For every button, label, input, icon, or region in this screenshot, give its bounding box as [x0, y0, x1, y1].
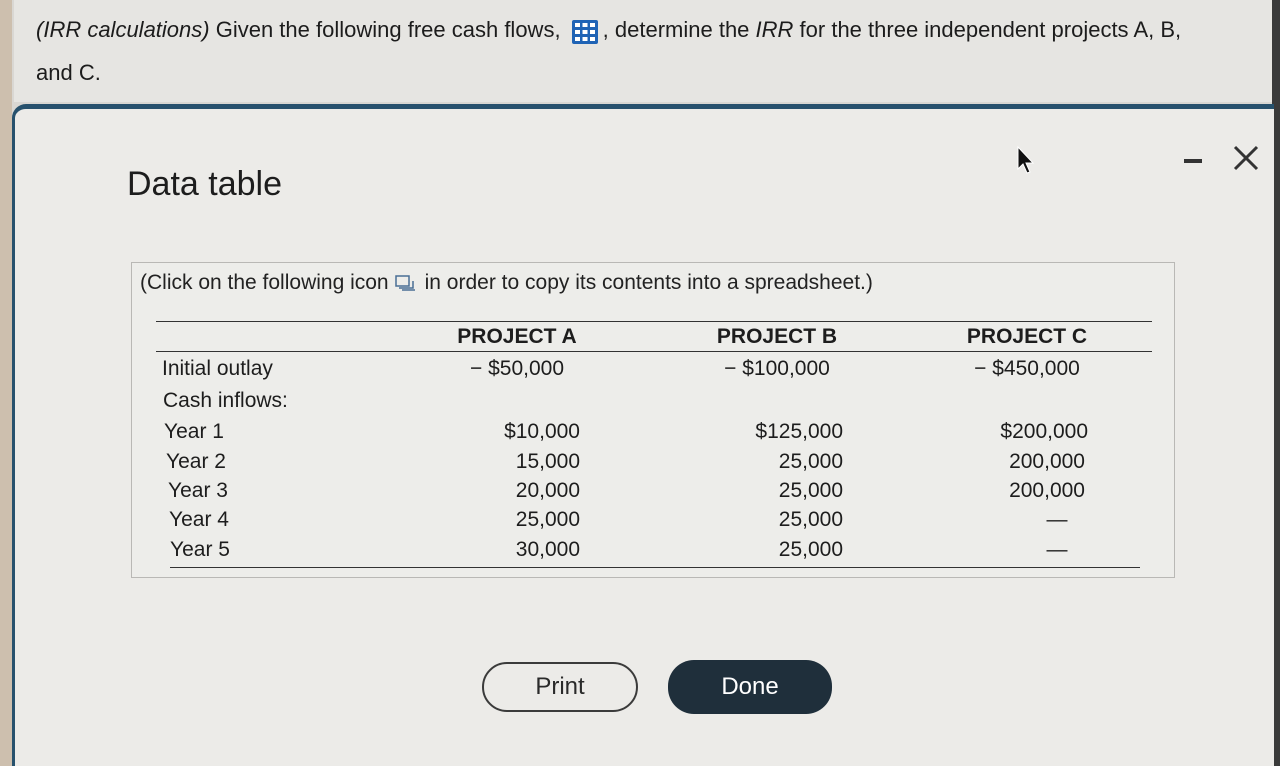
header-project-a: PROJECT A: [457, 325, 577, 348]
cell-c-year-5: —: [1046, 538, 1068, 561]
row-label-year-4: Year 4: [169, 508, 229, 531]
mouse-cursor-icon: [1015, 145, 1035, 175]
cell-a-year-5: 30,000: [515, 538, 580, 561]
header-project-c: PROJECT C: [966, 325, 1088, 348]
question-prefix: (IRR calculations): [36, 17, 210, 42]
cell-c-initial-outlay: − $450,000: [974, 357, 1080, 380]
question-line-2: and C.: [36, 60, 101, 85]
modal-title: Data table: [127, 165, 282, 203]
data-table-modal: Data table (Click on the following icon i…: [12, 104, 1274, 766]
question-part-1: Given the following free cash flows,: [209, 17, 567, 42]
question-text: (IRR calculations) Given the following f…: [36, 8, 1266, 94]
print-button[interactable]: Print: [482, 662, 638, 712]
row-label-year-5: Year 5: [170, 538, 230, 561]
row-label-initial-outlay: Initial outlay: [162, 357, 273, 380]
cell-a-initial-outlay: − $50,000: [469, 357, 564, 380]
header-underline: [156, 351, 1152, 352]
table-top-rule: [156, 321, 1152, 322]
copy-instruction: (Click on the following icon in order to …: [140, 271, 873, 295]
cell-a-year-4: 25,000: [515, 508, 580, 531]
question-area: (IRR calculations) Given the following f…: [14, 0, 1272, 102]
cell-b-year-3: 25,000: [778, 479, 843, 502]
cell-a-year-3: 20,000: [515, 479, 580, 502]
cell-b-year-5: 25,000: [778, 538, 843, 561]
cell-c-year-4: —: [1046, 508, 1068, 531]
cell-a-year-2: 15,000: [515, 450, 580, 473]
cell-b-year-4: 25,000: [778, 508, 843, 531]
instruction-before: (Click on the following icon: [140, 271, 389, 294]
cell-c-year-2: 200,000: [1009, 450, 1085, 473]
cell-c-year-3: 200,000: [1009, 479, 1085, 502]
question-part-3: for the three independent projects A, B,: [793, 17, 1182, 42]
question-part-2: , determine the: [602, 17, 756, 42]
cell-b-year-1: $125,000: [755, 420, 843, 443]
cell-a-year-1: $10,000: [504, 420, 580, 443]
background-left-edge: [0, 0, 12, 766]
cell-c-year-1: $200,000: [1000, 420, 1088, 443]
question-irr: IRR: [755, 17, 794, 42]
data-panel: (Click on the following icon in order to …: [131, 262, 1175, 578]
cell-b-year-2: 25,000: [778, 450, 843, 473]
cell-b-initial-outlay: − $100,000: [724, 357, 830, 380]
table-grid-icon[interactable]: [571, 16, 599, 45]
done-button[interactable]: Done: [668, 660, 832, 714]
row-label-year-1: Year 1: [164, 420, 224, 443]
close-icon[interactable]: [1229, 141, 1263, 175]
table-bottom-rule: [170, 567, 1140, 568]
copy-to-spreadsheet-icon[interactable]: [394, 274, 417, 292]
instruction-after: in order to copy its contents into a spr…: [424, 271, 873, 294]
row-label-year-2: Year 2: [166, 450, 226, 473]
header-project-b: PROJECT B: [716, 325, 838, 348]
row-label-year-3: Year 3: [168, 479, 228, 502]
row-label-cash-inflows: Cash inflows:: [163, 389, 288, 412]
minimize-icon[interactable]: [1181, 149, 1205, 173]
